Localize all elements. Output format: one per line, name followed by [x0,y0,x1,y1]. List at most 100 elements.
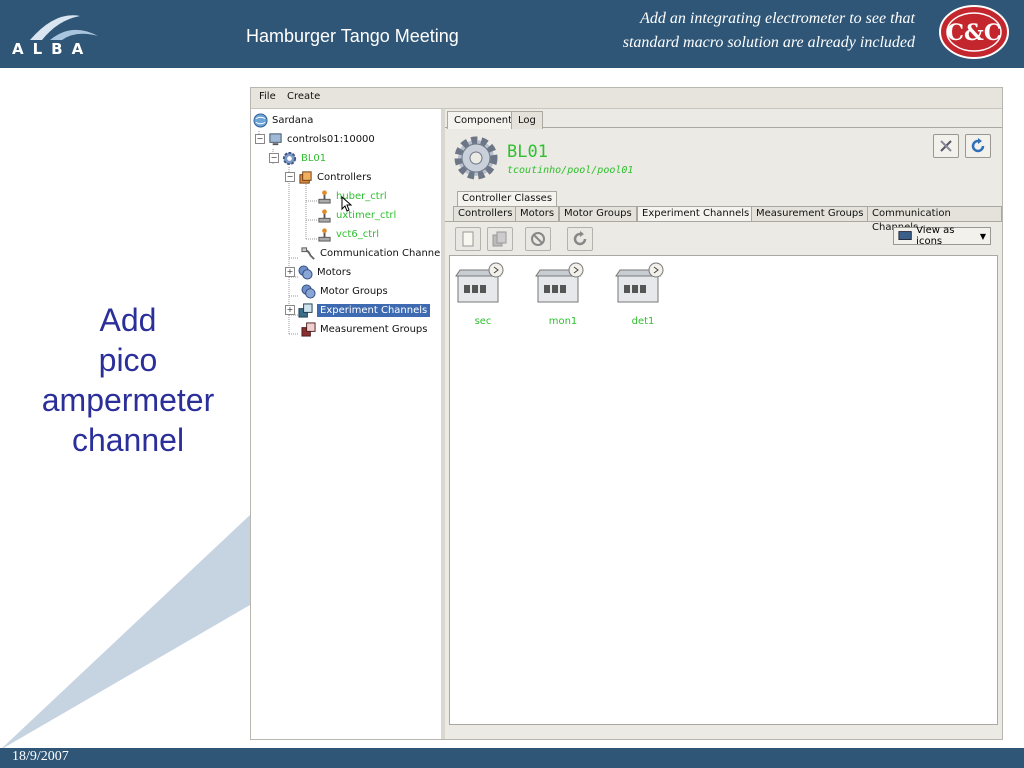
slide-footer [0,748,1024,768]
slide-date: 18/9/2007 [12,749,69,764]
channel-det1[interactable]: det1 [612,260,674,330]
callout-line: channel [71,422,185,458]
copy-icon [492,231,507,247]
measurement-groups-icon [301,321,316,337]
channel-label: sec [474,316,492,327]
menu-file[interactable]: File [259,91,276,102]
collapse-icon[interactable]: − [285,172,295,182]
cc-logo-text: C&C [947,20,1002,46]
channel-canvas: sec mon1 det1 [449,255,998,725]
expand-icon[interactable]: + [285,267,295,277]
channel-toolbar: View as icons ▼ [451,225,999,251]
tab-experiment-channels[interactable]: Experiment Channels [637,206,755,221]
pool-gear-icon [454,136,498,180]
slide-note: Add an integrating electrometer to see t… [600,7,915,55]
expand-icon[interactable]: + [285,305,295,315]
channel-label: mon1 [548,316,578,327]
tab-motor-groups[interactable]: Motor Groups [559,206,637,221]
tab-communication-channels[interactable]: Communication Channels [867,206,1002,233]
forbidden-icon [531,232,545,246]
tree-item-controllers[interactable]: − Controllers [285,168,371,186]
component-name: BL01 [507,142,548,162]
callout-pointer [0,515,250,750]
counter-device-icon [615,262,664,303]
monitor-icon [898,231,912,240]
counter-device-icon [535,262,584,303]
alba-logo-text: ALBA [12,40,93,58]
tree-item-vct6-ctrl[interactable]: vct6_ctrl [317,225,379,243]
slide-note-line-2: standard macro solution are already incl… [622,34,915,51]
tree-item-pool[interactable]: − BL01 [269,149,326,167]
new-document-icon [462,231,474,247]
tree-item-label: Measurement Groups [320,323,428,335]
collapse-icon[interactable]: − [255,134,265,144]
callout-line: Add [99,302,157,338]
component-tree[interactable]: Sardana − controls01:10000 − BL01 − Cont… [251,109,448,739]
channel-mon1[interactable]: mon1 [532,260,594,330]
tab-measurement-groups[interactable]: Measurement Groups [751,206,869,221]
sub-tab-bar: Controllers Motors Motor Groups Experime… [445,206,1002,233]
detail-panel: Component Log BL01 tcoutinho/pool/pool01… [445,109,1002,739]
tools-icon [940,140,952,152]
menu-bar: File Create [251,88,1002,109]
channel-sec[interactable]: sec [452,260,514,330]
tree-item-label: Communication Channels [320,247,449,259]
counter-device-icon [455,262,504,303]
menu-create[interactable]: Create [287,91,320,102]
tree-item-host[interactable]: − controls01:10000 [255,130,375,148]
slide-note-line-1: Add an integrating electrometer to see t… [640,10,915,27]
tree-item-motors[interactable]: + Motors [285,263,351,281]
computer-icon [269,132,282,145]
mouse-cursor-icon [341,196,353,212]
joystick-icon [318,227,331,242]
settings-button[interactable] [933,134,959,158]
delete-button[interactable] [525,227,551,251]
tree-item-label: Sardana [272,114,314,126]
cc-logo-icon: C&C [939,5,1009,59]
tree-item-sardana[interactable]: Sardana [253,111,313,129]
tree-item-experiment-channels[interactable]: + Experiment Channels [285,301,431,319]
gear-icon [282,151,297,165]
slide-title: Hamburger Tango Meeting [246,26,459,46]
joystick-icon [318,208,331,223]
tree-item-measurement-groups[interactable]: Measurement Groups [301,320,428,338]
tab-component[interactable]: Component [447,111,520,129]
tree-item-label: Controllers [317,171,372,183]
globe-icon [253,112,268,128]
refresh-button[interactable] [965,134,991,158]
top-tab-bar: Component Log [445,109,1002,129]
tree-item-label: Motor Groups [320,285,388,297]
view-mode-label: View as icons [916,225,955,247]
joystick-icon [318,189,331,204]
motors-icon [298,264,313,280]
motor-groups-icon [301,283,316,299]
reload-icon [573,231,587,246]
new-button[interactable] [455,227,481,251]
channel-label: det1 [631,316,655,327]
copy-button[interactable] [487,227,513,251]
tree-item-label: vct6_ctrl [336,228,380,240]
controllers-icon [299,170,312,184]
tab-controller-classes[interactable]: Controller Classes [457,191,558,206]
view-mode-dropdown[interactable]: View as icons ▼ [893,225,991,247]
cable-icon [301,246,315,260]
collapse-icon[interactable]: − [269,153,279,163]
tab-controllers[interactable]: Controllers [453,206,518,221]
callout-line: ampermeter [41,382,215,418]
tree-item-label: Experiment Channels [317,303,431,317]
tab-log[interactable]: Log [511,111,543,129]
tree-item-uxtimer-ctrl[interactable]: uxtimer_ctrl [317,206,396,224]
tree-item-label: Motors [317,266,352,278]
tree-item-motor-groups[interactable]: Motor Groups [301,282,388,300]
refresh-icon [971,138,985,153]
experiment-channels-icon [298,302,313,318]
chevron-down-icon: ▼ [979,231,986,241]
component-path: tcoutinho/pool/pool01 [507,165,634,176]
callout-line: pico [98,342,158,378]
callout-text: Add pico ampermeter channel [10,300,246,460]
tree-item-communication-channels[interactable]: Communication Channels [301,244,448,262]
tab-motors[interactable]: Motors [515,206,560,221]
reload-button[interactable] [567,227,593,251]
tree-item-label: controls01:10000 [287,133,375,145]
sardana-app-window: File Create Sardana − controls01:10000 −… [250,87,1003,740]
